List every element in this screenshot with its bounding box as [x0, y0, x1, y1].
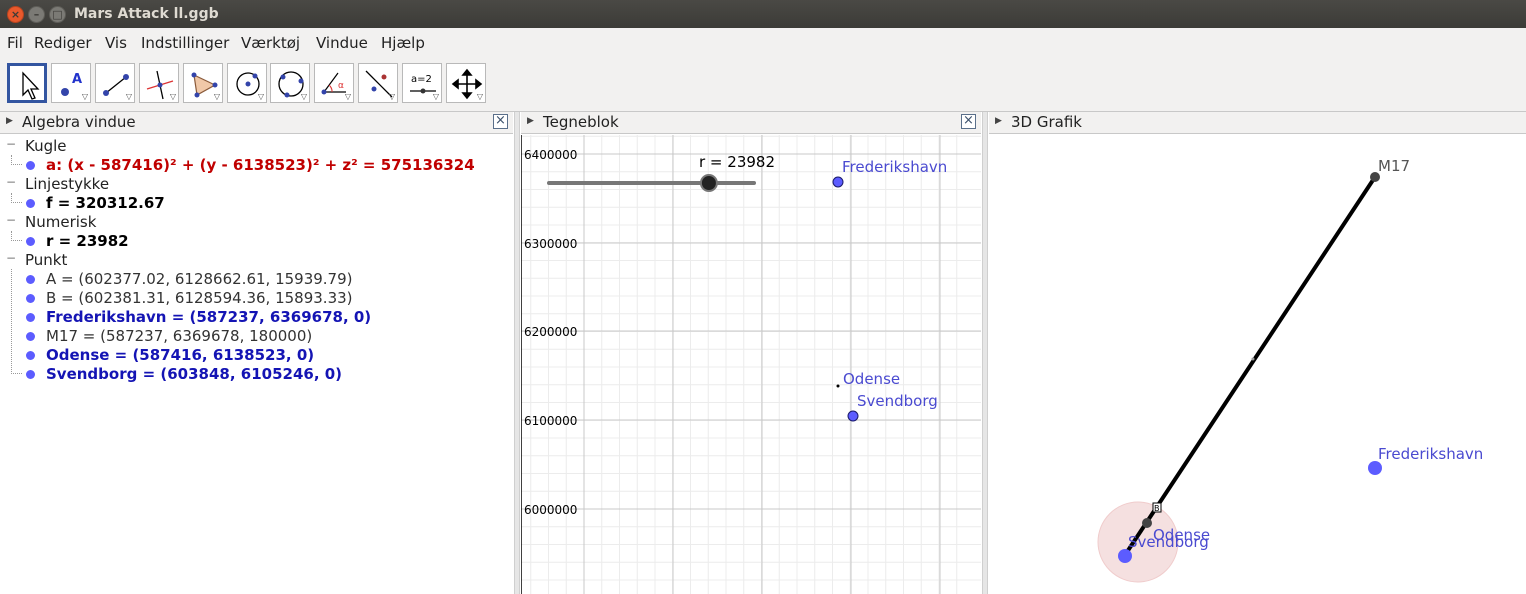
visibility-toggle[interactable]: [26, 332, 35, 341]
tool-dropdown-icon: ▽: [300, 92, 307, 101]
label-b-3d: B: [1154, 504, 1160, 513]
minimize-window-button[interactable]: –: [28, 6, 45, 23]
visibility-toggle[interactable]: [26, 313, 35, 322]
menu-vis[interactable]: Vis: [105, 34, 127, 52]
minimize-icon: –: [33, 8, 40, 21]
tool-dropdown-icon: ▽: [476, 92, 483, 101]
label-svendborg-3d: Svendborg: [1128, 533, 1209, 551]
label-frederikshavn: Frederikshavn: [842, 158, 947, 176]
cursor-arrow-icon: [22, 71, 40, 100]
reflect-tool-button[interactable]: ▽: [358, 63, 398, 103]
slider-knob[interactable]: [699, 174, 718, 192]
close-icon: ×: [495, 113, 506, 128]
collapse-icon[interactable]: −: [6, 251, 16, 265]
view3d-canvas[interactable]: M17 Frederikshavn Odense Svendborg B: [990, 135, 1526, 594]
y-tick-label: 6100000: [524, 414, 577, 428]
tool-dropdown-icon: ▽: [388, 92, 395, 101]
maximize-window-button[interactable]: □: [49, 6, 66, 23]
graphics-view[interactable]: 6400000 6300000 6200000 6100000 6000000 …: [521, 135, 981, 594]
slider-tool-button[interactable]: a=2 ▽: [402, 63, 442, 103]
label-m17: M17: [1378, 157, 1410, 175]
visibility-toggle[interactable]: [26, 161, 35, 170]
graphics-panel-header: ▶ Tegneblok ×: [521, 112, 981, 134]
circle-center-tool-button[interactable]: ▽: [227, 63, 267, 103]
close-icon: ×: [10, 8, 21, 21]
tool-dropdown-icon: ▽: [432, 92, 439, 101]
point-tool-button[interactable]: A ▽: [51, 63, 91, 103]
menu-indstillinger[interactable]: Indstillinger: [141, 34, 229, 52]
angle-tool-button[interactable]: α ▽: [314, 63, 354, 103]
tool-dropdown-icon: ▽: [213, 92, 220, 101]
y-tick-label: 6400000: [524, 148, 577, 162]
maximize-icon: □: [52, 8, 63, 21]
panel-collapse-icon[interactable]: ▶: [527, 116, 534, 126]
svg-text:A: A: [72, 72, 82, 87]
label-frederikshavn-3d: Frederikshavn: [1378, 445, 1483, 463]
visibility-toggle[interactable]: [26, 351, 35, 360]
slider-label: r = 23982: [699, 153, 775, 171]
move-graphics-tool-button[interactable]: ▽: [446, 63, 486, 103]
view3d-panel-header: ▶ 3D Grafik: [989, 112, 1526, 134]
grid: [521, 135, 981, 594]
panel-collapse-icon[interactable]: ▶: [995, 116, 1002, 126]
algebra-close-button[interactable]: ×: [493, 114, 508, 129]
splitter-left[interactable]: [514, 112, 520, 594]
perpendicular-line-tool-button[interactable]: ▽: [139, 63, 179, 103]
algebra-panel-title: Algebra vindue: [22, 113, 136, 131]
point-frederikshavn-3d[interactable]: [1368, 461, 1382, 475]
visibility-toggle[interactable]: [26, 294, 35, 303]
graphics-panel-title: Tegneblok: [543, 113, 619, 131]
visibility-toggle[interactable]: [26, 199, 35, 208]
label-odense: Odense: [843, 370, 900, 388]
point-odense-3d[interactable]: [1142, 518, 1152, 528]
graphics-close-button[interactable]: ×: [961, 114, 976, 129]
visibility-toggle[interactable]: [26, 237, 35, 246]
view3d-panel-title: 3D Grafik: [1011, 113, 1082, 131]
line-tool-button[interactable]: ▽: [95, 63, 135, 103]
visibility-toggle[interactable]: [26, 370, 35, 379]
menu-bar: Fil Rediger Vis Indstillinger Værktøj Vi…: [0, 28, 1526, 59]
menu-rediger[interactable]: Rediger: [34, 34, 92, 52]
y-tick-label: 6300000: [524, 237, 577, 251]
label-svendborg: Svendborg: [857, 392, 938, 410]
point-odense[interactable]: [836, 384, 840, 388]
y-tick-label: 6200000: [524, 325, 577, 339]
segment-f[interactable]: [1123, 175, 1377, 557]
segment-midpoint: [1251, 357, 1255, 361]
tool-dropdown-icon: ▽: [81, 92, 88, 101]
menu-vaerktoej[interactable]: Værktøj: [241, 34, 300, 52]
splitter-right[interactable]: [982, 112, 988, 594]
view3d[interactable]: M17 Frederikshavn Odense Svendborg B: [990, 135, 1526, 594]
move-tool-button[interactable]: [7, 63, 47, 103]
visibility-toggle[interactable]: [26, 275, 35, 284]
menu-fil[interactable]: Fil: [7, 34, 23, 52]
graphics-canvas[interactable]: 6400000 6300000 6200000 6100000 6000000 …: [521, 135, 981, 594]
y-tick-label: 6000000: [524, 503, 577, 517]
point-frederikshavn[interactable]: [832, 176, 844, 188]
toolbar: A ▽ ▽ ▽ ▽ ▽ ▽ α ▽ ▽ a=2 ▽ ▽: [0, 59, 1526, 112]
window-title: Mars Attack ll.ggb: [74, 6, 219, 22]
menu-vindue[interactable]: Vindue: [316, 34, 368, 52]
point-svendborg-3d[interactable]: [1118, 549, 1132, 563]
close-window-button[interactable]: ×: [7, 6, 24, 23]
close-icon: ×: [963, 113, 974, 128]
polygon-tool-button[interactable]: ▽: [183, 63, 223, 103]
collapse-icon[interactable]: −: [6, 137, 16, 151]
tool-dropdown-icon: ▽: [257, 92, 264, 101]
window-titlebar: × – □ Mars Attack ll.ggb: [0, 0, 1526, 28]
tool-dropdown-icon: ▽: [125, 92, 132, 101]
collapse-icon[interactable]: −: [6, 175, 16, 189]
svg-text:a=2: a=2: [411, 74, 432, 85]
svg-text:α: α: [338, 81, 344, 91]
algebra-view: − Kugle a: (x - 587416)² + (y - 6138523)²…: [0, 135, 513, 594]
menu-hjaelp[interactable]: Hjælp: [381, 34, 425, 52]
tool-dropdown-icon: ▽: [169, 92, 176, 101]
tool-dropdown-icon: ▽: [344, 92, 351, 101]
circle-three-points-tool-button[interactable]: ▽: [270, 63, 310, 103]
panel-collapse-icon[interactable]: ▶: [6, 116, 13, 126]
point-svendborg[interactable]: [847, 410, 859, 422]
algebra-panel-header: ▶ Algebra vindue ×: [0, 112, 513, 134]
collapse-icon[interactable]: −: [6, 213, 16, 227]
